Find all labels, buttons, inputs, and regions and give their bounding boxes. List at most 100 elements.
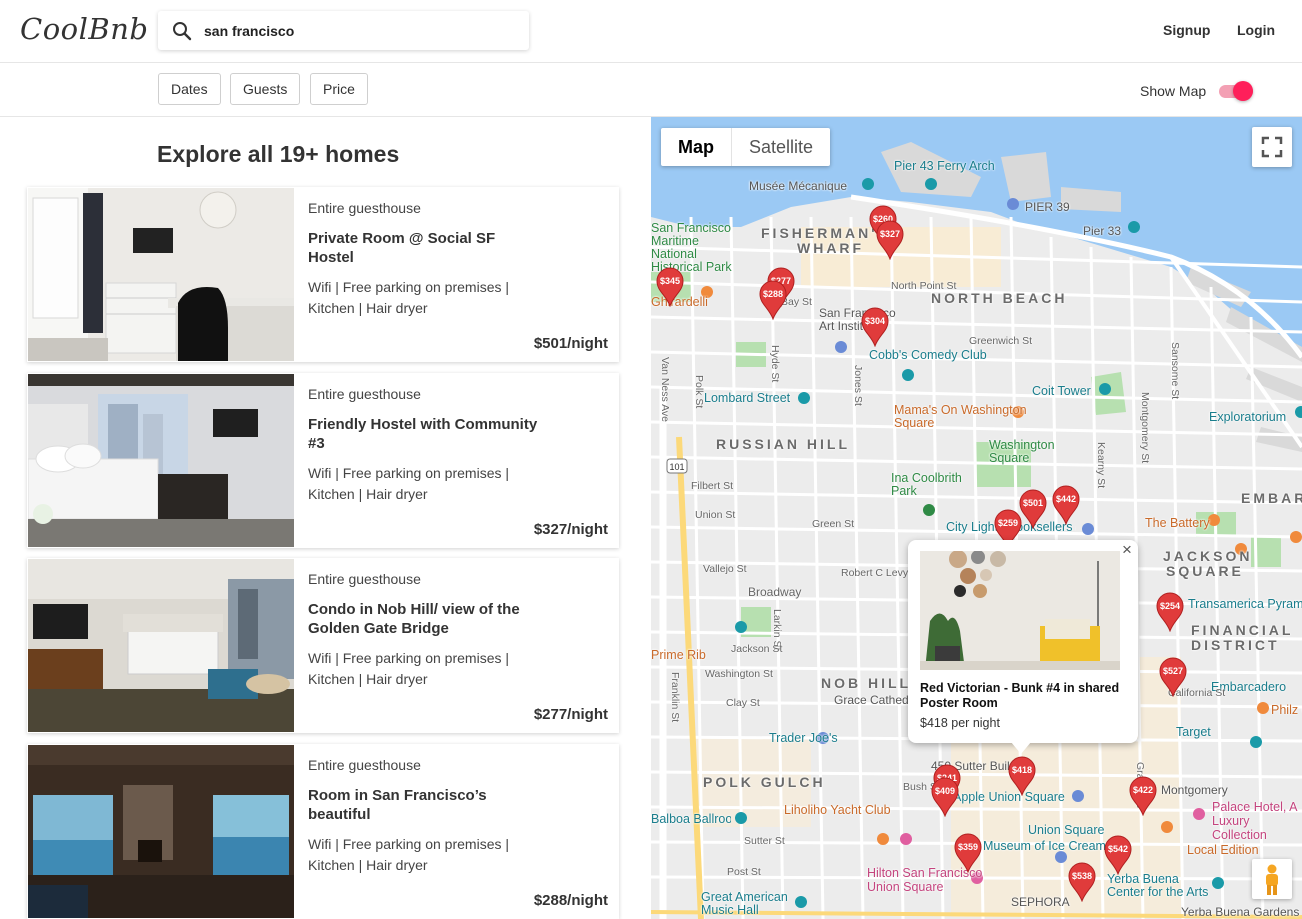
place-label[interactable]: Yerba Buena Center for the Arts [1107, 873, 1217, 899]
login-link[interactable]: Login [1237, 22, 1275, 38]
price-marker[interactable]: $418 [1008, 756, 1036, 796]
price-filter-button[interactable]: Price [310, 73, 368, 105]
show-map-toggle[interactable] [1219, 80, 1255, 102]
place-label[interactable]: Trader Joe's [769, 731, 838, 745]
map-view[interactable]: 101 FISHERMAN'S WHARF NORTH BEACH RUSSIA… [651, 117, 1302, 919]
street-label: Vallejo St [703, 563, 747, 575]
show-map-label: Show Map [1140, 83, 1207, 99]
place-label[interactable]: Pier 33 [1083, 224, 1121, 238]
map-pin-icon [954, 833, 982, 873]
map-pin-icon [759, 280, 787, 320]
district-label: NORTH BEACH [931, 290, 1068, 306]
place-label[interactable]: Musée Mécanique [749, 179, 847, 193]
marker-label: $422 [1132, 785, 1154, 795]
map-pin-icon [1052, 485, 1080, 525]
listing-name[interactable]: Friendly Hostel with Community #3 [308, 415, 538, 453]
place-label[interactable]: Prime Rib [651, 648, 706, 662]
place-label[interactable]: Balboa Ballroom [651, 812, 731, 826]
place-label[interactable]: Museum of Ice Cream [983, 839, 1106, 853]
listings-panel: Explore all 19+ homes Entire guesthouse … [0, 117, 651, 919]
street-label: Polk St [693, 375, 705, 409]
street-label: Filbert St [691, 480, 734, 492]
toggle-knob [1233, 81, 1253, 101]
listing-type: Entire guesthouse [308, 386, 421, 402]
place-label[interactable]: Ina Coolbrith Park [891, 472, 971, 498]
place-label[interactable]: Yerba Buena Gardens [1181, 905, 1301, 919]
map-pin-icon [861, 307, 889, 347]
marker-label: $538 [1071, 871, 1093, 881]
listing-name[interactable]: Condo in Nob Hill/ view of the Golden Ga… [308, 600, 538, 638]
guests-filter-button[interactable]: Guests [230, 73, 301, 105]
place-label[interactable]: Robert C Levy Tunnel [841, 567, 909, 579]
listing-info-window[interactable]: × Red Victorian - Bunk #4 in shared Post… [908, 540, 1138, 754]
price-marker[interactable]: $501 [1019, 489, 1047, 529]
price-marker[interactable]: $327 [876, 220, 904, 260]
street-view-button[interactable] [1252, 859, 1292, 899]
place-label[interactable]: Cobb's Comedy Club [869, 348, 987, 362]
listing-type: Entire guesthouse [308, 757, 421, 773]
map-pin-icon [1104, 835, 1132, 875]
price-marker[interactable]: $254 [1156, 592, 1184, 632]
listing-photo[interactable] [28, 374, 294, 547]
info-window-title[interactable]: Red Victorian - Bunk #4 in shared Poster… [920, 681, 1125, 711]
svg-text:101: 101 [669, 462, 684, 472]
info-window-photo[interactable] [920, 551, 1120, 670]
price-marker[interactable]: $345 [656, 267, 684, 307]
map-pin-icon [1156, 592, 1184, 632]
street-label: Post St [727, 866, 761, 878]
price-marker[interactable]: $422 [1129, 776, 1157, 816]
price-marker[interactable]: $538 [1068, 862, 1096, 902]
place-label[interactable]: Pier 43 Ferry Arch [894, 159, 995, 173]
price-marker[interactable]: $359 [954, 833, 982, 873]
street-label: Greenwich St [969, 335, 1033, 347]
place-label[interactable]: Grace Cathedral [834, 693, 909, 707]
place-label[interactable]: Mama's On Washington Square [894, 404, 1034, 430]
place-label[interactable]: Great American Music Hall [701, 891, 811, 917]
price-marker[interactable]: $542 [1104, 835, 1132, 875]
place-label[interactable]: Lombard Street [704, 391, 790, 405]
district-label: WHARF [797, 240, 865, 256]
place-label[interactable]: Washington Square [989, 439, 1069, 465]
price-marker[interactable]: $409 [931, 777, 959, 817]
map-type-map-button[interactable]: Map [661, 128, 732, 166]
place-label[interactable]: The Battery [1145, 516, 1210, 530]
street-label: Sutter St [744, 835, 785, 847]
listing-card[interactable]: Entire guesthouse Friendly Hostel with C… [27, 373, 619, 548]
place-label[interactable]: Coit Tower [1032, 384, 1091, 398]
listing-card[interactable]: Entire guesthouse Private Room @ Social … [27, 187, 619, 362]
price-marker[interactable]: $527 [1159, 657, 1187, 697]
marker-label: $501 [1022, 498, 1044, 508]
listing-photo[interactable] [28, 559, 294, 732]
listing-name[interactable]: Room in San Francisco’s beautiful [308, 786, 538, 824]
listing-name[interactable]: Private Room @ Social SF Hostel [308, 229, 538, 267]
place-label[interactable]: Palace Hotel, A Luxury Collection [1212, 800, 1302, 842]
listing-amenities: Wifi | Free parking on premises | Kitche… [308, 465, 510, 502]
place-label[interactable]: SEPHORA [1011, 895, 1070, 909]
place-label[interactable]: Liholiho Yacht Club [784, 803, 891, 817]
place-label[interactable]: PIER 39 [1025, 200, 1070, 214]
place-label[interactable]: Union Square [1028, 823, 1104, 837]
fullscreen-button[interactable] [1252, 127, 1292, 167]
price-marker[interactable]: $288 [759, 280, 787, 320]
price-marker[interactable]: $442 [1052, 485, 1080, 525]
listing-photo[interactable] [28, 188, 294, 361]
place-label[interactable]: Local Edition [1187, 843, 1259, 857]
price-marker[interactable]: $304 [861, 307, 889, 347]
place-label[interactable]: Transamerica Pyramid [1188, 597, 1302, 611]
dates-filter-button[interactable]: Dates [158, 73, 221, 105]
listing-photo[interactable] [28, 745, 294, 918]
search-bar[interactable] [158, 11, 529, 50]
listing-card[interactable]: Entire guesthouse Room in San Francisco’… [27, 744, 619, 919]
logo[interactable]: CoolBnb [20, 12, 148, 46]
place-label[interactable]: Montgomery [1161, 783, 1228, 797]
place-label[interactable]: Philz Coffee [1271, 703, 1302, 717]
close-icon[interactable]: × [1122, 540, 1132, 560]
map-pin-icon [1159, 657, 1187, 697]
place-label[interactable]: Exploratorium [1209, 410, 1286, 424]
map-type-satellite-button[interactable]: Satellite [732, 128, 830, 166]
search-input[interactable] [204, 22, 504, 39]
marker-label: $327 [879, 229, 901, 239]
listing-card[interactable]: Entire guesthouse Condo in Nob Hill/ vie… [27, 558, 619, 733]
signup-link[interactable]: Signup [1163, 22, 1210, 38]
place-label[interactable]: Target [1176, 725, 1211, 739]
